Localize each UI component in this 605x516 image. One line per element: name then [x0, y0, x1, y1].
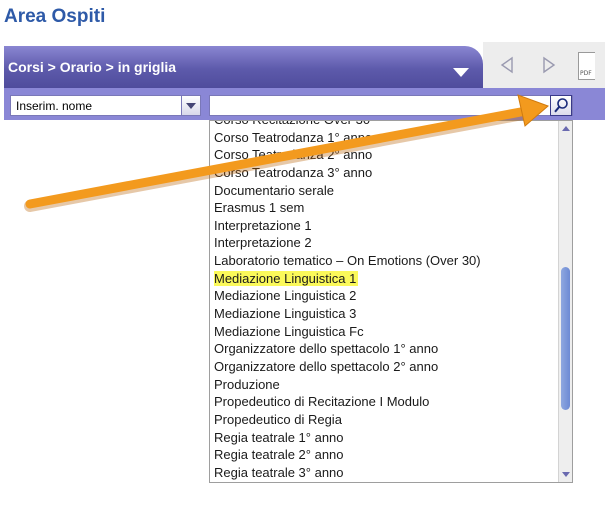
list-item[interactable]: Regia teatrale 2° anno — [210, 446, 558, 464]
page-title: Area Ospiti — [4, 6, 106, 27]
list-item-label: Mediazione Linguistica Fc — [214, 323, 364, 339]
list-item[interactable]: Produzione — [210, 376, 558, 394]
scroll-down-icon[interactable] — [559, 468, 572, 480]
scrollbar[interactable] — [558, 121, 572, 482]
list-item[interactable]: Mediazione Linguistica 2 — [210, 287, 558, 305]
list-item-label: Interpretazione 1 — [214, 217, 312, 233]
list-item[interactable]: Interpretazione 1 — [210, 217, 558, 235]
list-item[interactable]: Corso Recitazione Over 30 — [210, 121, 558, 129]
list-item-label: Organizzatore dello spettacolo 2° anno — [214, 358, 439, 374]
search-button[interactable] — [550, 95, 572, 116]
previous-icon[interactable] — [497, 54, 517, 76]
search-input[interactable] — [209, 95, 573, 116]
pdf-icon[interactable]: PDF — [578, 52, 595, 80]
list-item-label: Propedeutico di Recitazione I Modulo — [214, 394, 430, 410]
list-item[interactable]: Corso Teatrodanza 1° anno — [210, 129, 558, 147]
list-item-label: Corso Teatrodanza 2° anno — [214, 147, 373, 163]
next-icon[interactable] — [539, 54, 559, 76]
list-item[interactable]: Regia teatrale 3° anno — [210, 464, 558, 482]
chevron-down-icon[interactable] — [181, 96, 200, 115]
toolbar: PDF — [483, 42, 605, 89]
list-item[interactable]: Mediazione Linguistica 1 — [210, 270, 558, 288]
list-item[interactable]: Documentario serale — [210, 182, 558, 200]
list-item[interactable]: Propedeutico di Recitazione I Modulo — [210, 393, 558, 411]
list-item[interactable]: Corso Teatrodanza 2° anno — [210, 146, 558, 164]
list-item-label: Erasmus 1 sem — [214, 200, 305, 216]
list-item[interactable]: Propedeutico di Regia — [210, 411, 558, 429]
list-item-label: Regia teatrale 3° anno — [214, 464, 344, 480]
list-item-label: Corso Teatrodanza 1° anno — [214, 129, 373, 145]
list-item[interactable]: Mediazione Linguistica 3 — [210, 305, 558, 323]
list-item-label: Organizzatore dello spettacolo 1° anno — [214, 341, 439, 357]
list-item[interactable]: Erasmus 1 sem — [210, 199, 558, 217]
scrollbar-thumb[interactable] — [561, 267, 570, 410]
list-item-label: Mediazione Linguistica 2 — [214, 288, 357, 304]
list-item[interactable]: Interpretazione 2 — [210, 234, 558, 252]
course-list[interactable]: Corso Recitazione Over 30 Corso Teatrodan… — [209, 120, 573, 483]
list-item[interactable]: Regia teatrale 1° anno — [210, 429, 558, 447]
pdf-label: PDF — [580, 70, 592, 77]
list-item-label: Laboratorio tematico – On Emotions (Over… — [214, 253, 481, 269]
list-item-label: Regia teatrale 1° anno — [214, 429, 344, 445]
search-mode-select[interactable]: Inserim. nome — [10, 95, 201, 116]
list-item-label: Mediazione Linguistica 1 — [214, 270, 359, 286]
breadcrumb: Corsi > Orario > in griglia — [8, 59, 177, 75]
filter-bar: Inserim. nome — [4, 88, 605, 120]
list-item-label: Documentario serale — [214, 182, 334, 198]
list-item-label: Interpretazione 2 — [214, 235, 312, 251]
list-item-label: Mediazione Linguistica 3 — [214, 306, 357, 322]
search-mode-value: Inserim. nome — [16, 99, 93, 113]
list-item[interactable]: Mediazione Linguistica Fc — [210, 323, 558, 341]
course-list-items: Corso Recitazione Over 30 Corso Teatrodan… — [210, 121, 558, 482]
menu-dropdown-icon[interactable] — [453, 68, 469, 77]
list-item-label: Corso Teatrodanza 3° anno — [214, 164, 373, 180]
list-item[interactable]: Organizzatore dello spettacolo 1° anno — [210, 340, 558, 358]
list-item-label: Regia teatrale 2° anno — [214, 447, 344, 463]
list-item-label: Propedeutico di Regia — [214, 411, 342, 427]
list-item-label: Corso Recitazione Over 30 — [214, 121, 370, 127]
list-item[interactable]: Laboratorio tematico – On Emotions (Over… — [210, 252, 558, 270]
scroll-up-icon[interactable] — [559, 123, 572, 135]
list-item-label: Produzione — [214, 376, 280, 392]
header-bar: Corsi > Orario > in griglia — [4, 46, 483, 88]
search-icon — [554, 98, 568, 113]
list-item[interactable]: Organizzatore dello spettacolo 2° anno — [210, 358, 558, 376]
list-item[interactable]: Corso Teatrodanza 3° anno — [210, 164, 558, 182]
